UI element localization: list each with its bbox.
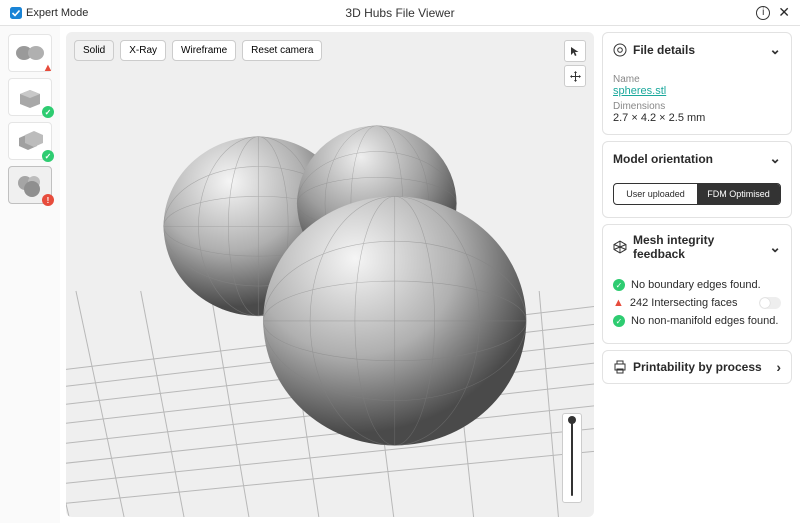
orientation-header[interactable]: Model orientation ⌄: [603, 142, 791, 175]
clip-slider[interactable]: [562, 413, 582, 503]
viewport-3d[interactable]: Solid X-Ray Wireframe Reset camera: [66, 32, 594, 517]
check-icon: ✓: [613, 315, 625, 327]
mesh-check-row: ✓No boundary edges found.: [613, 279, 781, 291]
orientation-fdm-optimised[interactable]: FDM Optimised: [697, 184, 780, 204]
name-label: Name: [613, 74, 781, 85]
chevron-down-icon: ⌄: [769, 41, 781, 58]
file-details-header[interactable]: File details ⌄: [603, 33, 791, 66]
mesh-header[interactable]: Mesh integrity feedback ⌄: [603, 225, 791, 269]
file-icon: [613, 43, 627, 57]
orientation-user-uploaded[interactable]: User uploaded: [614, 184, 697, 204]
dimensions-label: Dimensions: [613, 101, 781, 112]
alert-icon: ▲: [42, 62, 54, 74]
scene-render: [66, 32, 594, 517]
thumbnail-item[interactable]: ✓: [8, 122, 52, 160]
printer-icon: [613, 360, 627, 374]
printability-card: Printability by process ›: [602, 350, 792, 384]
orientation-card: Model orientation ⌄ User uploaded FDM Op…: [602, 141, 792, 218]
dimensions-value: 2.7 × 4.2 × 2.5 mm: [613, 112, 781, 124]
thumbnail-item[interactable]: ✓: [8, 78, 52, 116]
ok-icon: ✓: [42, 150, 54, 162]
intersecting-faces-toggle[interactable]: [759, 297, 781, 309]
part-preview-icon: [17, 86, 43, 108]
check-icon: ✓: [613, 279, 625, 291]
thumbnail-strip: ▲ ✓ ✓ !: [0, 26, 60, 523]
alert-icon: !: [42, 194, 54, 206]
printability-header[interactable]: Printability by process ›: [603, 351, 791, 383]
chevron-right-icon: ›: [776, 359, 781, 375]
info-icon[interactable]: i: [756, 6, 770, 20]
part-preview-icon: [15, 173, 45, 197]
close-icon[interactable]: ✕: [778, 4, 790, 21]
mesh-check-row: ✓No non-manifold edges found.: [613, 315, 781, 327]
part-preview-icon: [14, 42, 46, 64]
file-name-link[interactable]: spheres.stl: [613, 85, 666, 97]
thumbnail-item[interactable]: ▲: [8, 34, 52, 72]
orientation-segmented: User uploaded FDM Optimised: [613, 183, 781, 205]
mesh-icon: [613, 240, 627, 254]
alert-icon: ▲: [613, 297, 624, 309]
part-preview-icon: [17, 129, 43, 153]
checkbox-icon: [10, 7, 22, 19]
ok-icon: ✓: [42, 106, 54, 118]
file-details-card: File details ⌄ Name spheres.stl Dimensio…: [602, 32, 792, 135]
thumbnail-item[interactable]: !: [8, 166, 52, 204]
expert-mode-toggle[interactable]: Expert Mode: [10, 7, 88, 19]
app-title: 3D Hubs File Viewer: [345, 6, 454, 20]
mesh-check-row: ▲242 Intersecting faces: [613, 297, 781, 309]
side-panel: File details ⌄ Name spheres.stl Dimensio…: [600, 26, 800, 523]
chevron-down-icon: ⌄: [769, 239, 781, 256]
titlebar: Expert Mode 3D Hubs File Viewer i ✕: [0, 0, 800, 26]
mesh-card: Mesh integrity feedback ⌄ ✓No boundary e…: [602, 224, 792, 344]
chevron-down-icon: ⌄: [769, 150, 781, 167]
expert-mode-label: Expert Mode: [26, 7, 88, 19]
